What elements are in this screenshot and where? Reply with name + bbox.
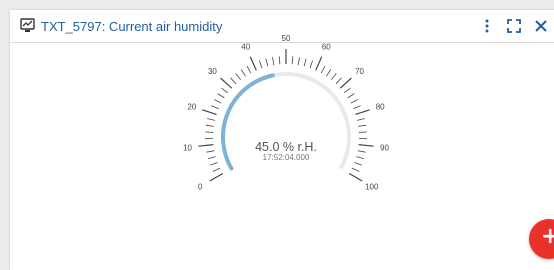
gauge-minor-tick bbox=[213, 168, 220, 171]
gauge-minor-tick bbox=[206, 125, 214, 126]
gauge-tick-label: 80 bbox=[376, 102, 385, 111]
gauge-minor-tick bbox=[298, 57, 299, 65]
gauge-minor-tick bbox=[310, 61, 313, 69]
gauge-minor-tick bbox=[221, 88, 227, 93]
gauge-major-tick bbox=[198, 145, 213, 147]
gauge-tick-label: 20 bbox=[187, 102, 196, 111]
gauge-minor-tick bbox=[259, 61, 262, 69]
gauge-minor-tick bbox=[208, 157, 216, 159]
gauge-minor-tick bbox=[331, 74, 336, 80]
gauge-minor-tick bbox=[352, 168, 359, 171]
gauge-minor-tick bbox=[205, 132, 213, 133]
gauge-major-tick bbox=[355, 110, 369, 115]
gauge-minor-tick bbox=[211, 106, 218, 109]
gauge-minor-tick bbox=[354, 162, 362, 165]
gauge-minor-tick bbox=[357, 119, 365, 121]
gauge-tick-label: 70 bbox=[355, 67, 364, 76]
gauge-major-tick bbox=[316, 57, 322, 71]
gauge-minor-tick bbox=[344, 88, 350, 93]
gauge-minor-tick bbox=[247, 66, 251, 73]
gauge-tick-label: 50 bbox=[282, 34, 291, 43]
gauge-minor-tick bbox=[326, 70, 330, 77]
gauge-major-tick bbox=[221, 78, 232, 88]
gauge-minor-tick bbox=[272, 57, 273, 65]
gauge-tick-label: 60 bbox=[322, 43, 331, 52]
gauge-minor-tick bbox=[236, 74, 241, 80]
gauge-minor-tick bbox=[348, 94, 355, 98]
gauge-minor-tick bbox=[214, 99, 221, 103]
gauge-minor-tick bbox=[207, 119, 215, 121]
gauge-major-tick bbox=[340, 78, 351, 88]
gauge-minor-tick bbox=[358, 151, 366, 153]
gauge-minor-tick bbox=[304, 59, 306, 67]
gauge-minor-tick bbox=[336, 78, 341, 84]
gauge-tick-label: 40 bbox=[241, 43, 250, 52]
gauge-major-tick bbox=[250, 57, 256, 71]
gauge-minor-tick bbox=[241, 70, 245, 77]
gauge-minor-tick bbox=[321, 66, 325, 73]
gauge-minor-tick bbox=[358, 125, 366, 126]
gauge-minor-tick bbox=[359, 132, 367, 133]
gauge-minor-tick bbox=[266, 59, 268, 67]
gauge-major-tick bbox=[349, 174, 362, 182]
gauge-tick-label: 10 bbox=[183, 143, 192, 152]
gauge-tick-label: 90 bbox=[380, 143, 389, 152]
gauge-minor-tick bbox=[218, 94, 225, 98]
gauge-tick-label: 0 bbox=[198, 183, 203, 192]
gauge-timestamp: 17:52:04.000 bbox=[263, 153, 310, 162]
gauge-minor-tick bbox=[292, 56, 293, 64]
gauge-major-tick bbox=[359, 145, 374, 147]
gauge-tick-label: 100 bbox=[365, 183, 379, 192]
gauge-major-tick bbox=[210, 174, 223, 182]
gauge-minor-tick bbox=[353, 106, 360, 109]
humidity-gauge: 0 10 20 30 40 50 60 70 80 90 100 45.0 % r.H. 17:52… bbox=[10, 10, 554, 270]
plus-icon: + bbox=[541, 226, 554, 248]
gauge-minor-tick bbox=[206, 151, 214, 153]
gauge-minor-tick bbox=[351, 99, 358, 103]
gauge-minor-tick bbox=[279, 56, 280, 64]
gauge-minor-tick bbox=[231, 78, 236, 84]
widget-card: TXT_5797: Current air humidity 010203040… bbox=[10, 10, 554, 270]
gauge-tick-label: 30 bbox=[208, 67, 217, 76]
gauge-value-text: 45.0 % r.H. bbox=[255, 140, 317, 154]
gauge-minor-tick bbox=[356, 157, 364, 159]
gauge-minor-tick bbox=[210, 162, 218, 165]
gauge-major-tick bbox=[202, 110, 216, 115]
